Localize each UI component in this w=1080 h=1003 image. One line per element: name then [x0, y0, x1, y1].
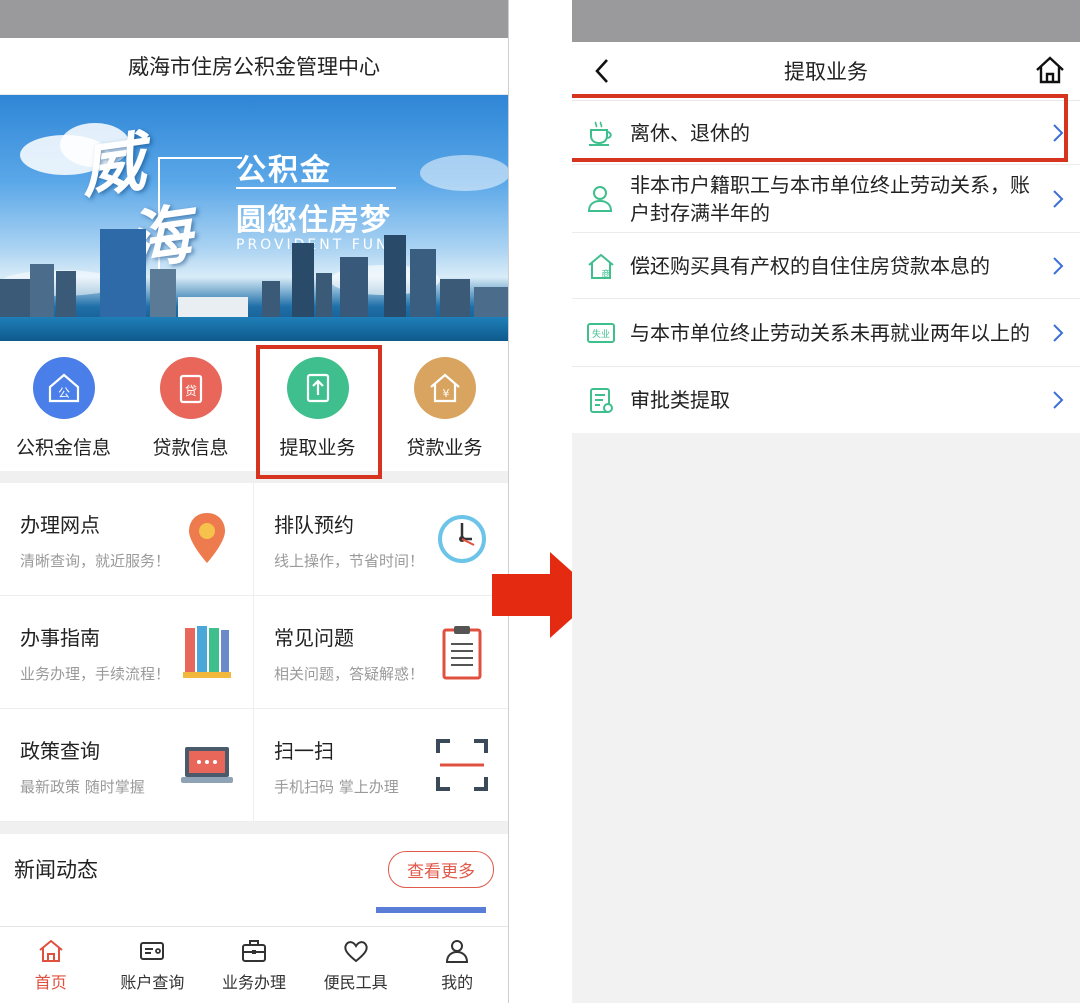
view-more-button[interactable]: 查看更多 [388, 850, 494, 888]
banner[interactable]: 威 海 公积金 圆您住房梦 PROVIDENT FUND [0, 95, 508, 341]
tab-home[interactable]: 首页 [0, 927, 102, 1003]
page-title: 威海市住房公积金管理中心 [0, 38, 508, 95]
heart-icon [343, 941, 368, 963]
person-icon [587, 185, 613, 212]
banner-english: PROVIDENT FUND [236, 237, 404, 253]
fund-info-icon: 公 [32, 357, 95, 419]
list-item-approval[interactable]: 审批类提取 [572, 367, 1080, 433]
quick-item-loan-service[interactable]: ¥ 贷款业务 [381, 341, 508, 471]
list-item-text: 与本市单位终止劳动关系未再就业两年以上的 [630, 320, 1030, 345]
tab-me[interactable]: 我的 [406, 927, 508, 1003]
tab-label: 账户查询 [120, 973, 185, 992]
house-badge: 商 [601, 268, 610, 280]
tab-label: 我的 [441, 973, 474, 992]
banner-divider [236, 187, 396, 189]
grid-item-queue[interactable]: 排队预约 线上操作，节省时间！ [254, 483, 508, 596]
list-item-text: 审批类提取 [630, 388, 730, 412]
grid-item-faq[interactable]: 常见问题 相关问题，答疑解惑！ [254, 596, 508, 709]
status-bar [572, 0, 1080, 42]
quick-item-label: 公积金信息 [15, 437, 111, 459]
tab-tools[interactable]: 便民工具 [305, 927, 407, 1003]
clock-icon [438, 515, 486, 563]
back-arrow-icon[interactable] [594, 58, 610, 84]
quick-menu: 公 公积金信息 贷 贷款信息 提取业务 ¥ 贷款业务 [0, 341, 508, 479]
grid-item-scan[interactable]: 扫一扫 手机扫码 掌上办理 [254, 709, 508, 822]
quick-item-fund-info[interactable]: 公 公积金信息 [0, 341, 127, 471]
list-item-unemployed[interactable]: 失业 与本市单位终止劳动关系未再就业两年以上的 [572, 299, 1080, 367]
document-icon [590, 388, 613, 413]
tab-business[interactable]: 业务办理 [203, 927, 305, 1003]
section-gap [0, 471, 508, 483]
tab-label: 便民工具 [323, 973, 388, 992]
loan-service-icon: ¥ [413, 357, 476, 419]
unemployment-icon: 失业 [587, 322, 615, 343]
grid-item-branches[interactable]: 办理网点 清晰查询，就近服务！ [0, 483, 254, 596]
banner-sea [0, 317, 508, 341]
banner-slogan: 圆您住房梦 [236, 203, 391, 238]
card-icon [140, 942, 165, 960]
location-pin-icon [189, 513, 225, 563]
service-grid: 办理网点 清晰查询，就近服务！ 排队预约 线上操作，节省时间！ 办事指南 业务办… [0, 483, 508, 822]
tab-account[interactable]: 账户查询 [102, 927, 204, 1003]
list-item-loan-repay[interactable]: 商 偿还购买具有产权的自住住房贷款本息的 [572, 233, 1080, 299]
news-title: 新闻动态 [14, 858, 98, 882]
chevron-right-icon [1053, 391, 1064, 409]
home-icon[interactable] [1034, 54, 1066, 86]
scan-icon [436, 739, 488, 791]
loan-info-icon: 贷 [159, 357, 222, 419]
briefcase-icon [241, 940, 266, 962]
home-screen: 威海市住房公积金管理中心 威 海 公积金 圆您住房梦 PROVIDENT FUN… [0, 0, 509, 1003]
banner-title: 公积金 [236, 153, 332, 188]
list-item-text: 偿还购买具有产权的自住住房贷款本息的 [630, 253, 990, 278]
user-icon [446, 940, 469, 963]
svg-text:贷: 贷 [184, 384, 196, 398]
grid-item-guide[interactable]: 办事指南 业务办理，手续流程！ [0, 596, 254, 709]
list-item-text: 非本市户籍职工与本市单位终止劳动关系，账户封存满半年的 [630, 172, 1030, 225]
news-header: 新闻动态 查看更多 [0, 834, 508, 904]
quick-item-label: 贷款业务 [406, 437, 483, 459]
highlight-box-withdrawal [256, 345, 382, 479]
home-icon [39, 939, 63, 962]
quick-item-label: 贷款信息 [152, 437, 229, 459]
chevron-right-icon [1053, 189, 1064, 208]
svg-text:公: 公 [57, 386, 69, 400]
quick-item-loan-info[interactable]: 贷 贷款信息 [127, 341, 254, 471]
status-bar [0, 0, 508, 38]
binders-icon [183, 626, 231, 678]
chevron-right-icon [1053, 256, 1064, 275]
unemployment-badge: 失业 [592, 328, 610, 340]
house-icon: 商 [588, 253, 614, 280]
bottom-tab-bar: 首页 账户查询 业务办理 便民工具 我的 [0, 926, 508, 1003]
laptop-icon [181, 747, 233, 783]
list-item-non-local[interactable]: 非本市户籍职工与本市单位终止劳动关系，账户封存满半年的 [572, 165, 1080, 233]
grid-item-policy[interactable]: 政策查询 最新政策 随时掌握 [0, 709, 254, 822]
chevron-right-icon [1053, 323, 1064, 342]
withdrawal-screen: 提取业务 离休、退休的 非本市户籍职工与本市单位终止劳动关系，账户封存满半年的 … [572, 0, 1080, 1003]
tab-label: 业务办理 [221, 973, 286, 992]
highlight-box-retirement [572, 94, 1068, 162]
nav-bar: 提取业务 [572, 42, 1080, 101]
svg-text:¥: ¥ [442, 387, 449, 400]
clipboard-icon [442, 626, 482, 680]
tab-label: 首页 [34, 973, 67, 992]
news-preview[interactable] [0, 905, 508, 927]
section-gap [0, 822, 508, 834]
page-title: 提取业务 [784, 60, 868, 84]
